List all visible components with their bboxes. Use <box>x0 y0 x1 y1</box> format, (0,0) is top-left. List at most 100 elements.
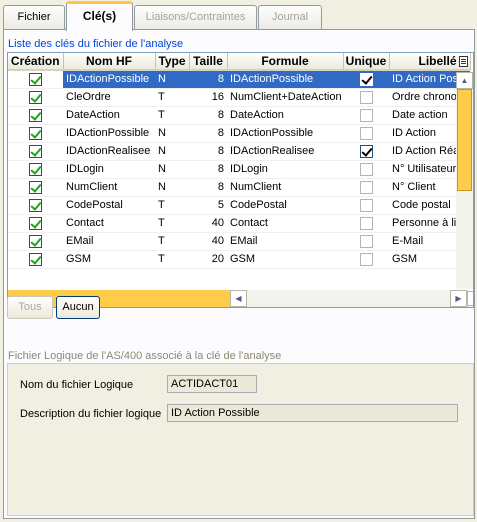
cell-taille: 8 <box>189 142 227 161</box>
unique-checkbox-cell <box>343 124 389 143</box>
col-header-formule[interactable]: Formule <box>227 53 344 71</box>
logical-file-name-field[interactable]: ACTIDACT01 <box>167 375 257 393</box>
horizontal-scroll-thumb[interactable] <box>467 291 473 306</box>
logical-file-description-field[interactable]: ID Action Possible <box>167 404 458 422</box>
col-header-unique[interactable]: Unique <box>343 53 390 71</box>
cell-type: N <box>155 142 189 161</box>
tab-liaisons-contraintes[interactable]: Liaisons/Contraintes <box>134 5 257 29</box>
cell-nom-hf: IDActionPossible <box>63 70 155 89</box>
creation-checkbox-cell <box>8 232 63 251</box>
creation-checkbox[interactable] <box>29 126 42 140</box>
cell-taille: 16 <box>189 88 227 107</box>
creation-checkbox-cell <box>8 196 63 215</box>
cell-type: T <box>155 250 189 269</box>
logical-file-group: Nom du fichier Logique ACTIDACT01 Descri… <box>7 363 474 516</box>
unique-checkbox[interactable] <box>359 252 373 266</box>
table-row[interactable]: CodePostal T 5 CodePostal Code postal <box>8 196 470 215</box>
tab-bar: Fichier Clé(s) Liaisons/Contraintes Jour… <box>0 0 477 31</box>
scroll-right-icon[interactable]: ▶ <box>450 290 467 307</box>
table-row[interactable]: DateAction T 8 DateAction Date action <box>8 106 470 125</box>
unique-checkbox-cell <box>343 160 389 179</box>
table-row[interactable]: Contact T 40 Contact Personne à livrer <box>8 214 470 233</box>
unique-checkbox[interactable] <box>359 72 373 86</box>
cell-nom-hf: GSM <box>63 250 155 269</box>
creation-checkbox[interactable] <box>29 144 42 158</box>
unique-checkbox[interactable] <box>359 162 373 176</box>
cell-taille: 5 <box>189 196 227 215</box>
creation-checkbox[interactable] <box>29 72 42 86</box>
keys-table[interactable]: Création Nom HF Type Taille Formule Uniq… <box>7 52 474 308</box>
table-row[interactable]: IDActionRealisee N 8 IDActionRealisee ID Act… <box>8 142 470 161</box>
creation-checkbox[interactable] <box>29 252 42 266</box>
cell-taille: 8 <box>189 124 227 143</box>
cell-taille: 8 <box>189 70 227 89</box>
cell-formule: IDActionPossible <box>227 124 343 143</box>
creation-checkbox-cell <box>8 124 63 143</box>
cell-taille: 8 <box>189 106 227 125</box>
creation-checkbox[interactable] <box>29 162 42 176</box>
cell-nom-hf: CleOrdre <box>63 88 155 107</box>
unique-checkbox[interactable] <box>359 90 373 104</box>
unique-checkbox-cell <box>343 70 389 89</box>
table-row[interactable]: GSM T 20 GSM GSM <box>8 250 470 269</box>
unique-checkbox[interactable] <box>359 108 373 122</box>
logical-file-description-label: Description du fichier logique <box>20 408 162 420</box>
tab-cles[interactable]: Clé(s) <box>66 1 133 31</box>
cell-formule: Contact <box>227 214 343 233</box>
cell-type: T <box>155 106 189 125</box>
creation-checkbox-cell <box>8 106 63 125</box>
table-row[interactable]: EMail T 40 EMail E-Mail <box>8 232 470 251</box>
unique-checkbox[interactable] <box>359 234 373 248</box>
unique-checkbox[interactable] <box>359 180 373 194</box>
cell-type: T <box>155 232 189 251</box>
table-row[interactable]: IDActionPossible N 8 IDActionPossible ID Act… <box>8 70 470 89</box>
cell-taille: 8 <box>189 178 227 197</box>
cell-type: T <box>155 88 189 107</box>
cell-formule: DateAction <box>227 106 343 125</box>
unique-checkbox[interactable] <box>359 144 373 158</box>
table-row[interactable]: NumClient N 8 NumClient N° Client <box>8 178 470 197</box>
cell-taille: 40 <box>189 232 227 251</box>
creation-checkbox[interactable] <box>29 180 42 194</box>
creation-checkbox[interactable] <box>29 108 42 122</box>
col-header-type[interactable]: Type <box>155 53 190 71</box>
unique-checkbox-cell <box>343 88 389 107</box>
creation-checkbox[interactable] <box>29 216 42 230</box>
col-header-creation[interactable]: Création <box>8 53 64 71</box>
scroll-up-icon[interactable]: ▲ <box>456 72 473 89</box>
cell-nom-hf: EMail <box>63 232 155 251</box>
unique-checkbox-cell <box>343 214 389 233</box>
table-row[interactable]: CleOrdre T 16 NumClient+DateAction Ordre chr… <box>8 88 470 107</box>
unique-checkbox[interactable] <box>359 198 373 212</box>
tab-journal[interactable]: Journal <box>258 5 322 29</box>
table-row[interactable]: IDActionPossible N 8 IDActionPossible ID Act… <box>8 124 470 143</box>
cell-formule: EMail <box>227 232 343 251</box>
unique-checkbox-cell <box>343 250 389 269</box>
cell-formule: CodePostal <box>227 196 343 215</box>
table-header: Création Nom HF Type Taille Formule Uniq… <box>8 53 471 71</box>
creation-checkbox[interactable] <box>29 198 42 212</box>
col-header-libelle[interactable]: Libellé <box>389 53 471 71</box>
col-header-taille[interactable]: Taille <box>189 53 228 71</box>
col-header-libelle-label: Libellé <box>418 54 457 68</box>
select-none-button[interactable]: Aucun <box>56 296 100 319</box>
vertical-scrollbar[interactable]: ▲ <box>456 72 473 289</box>
scroll-left-icon[interactable]: ◀ <box>230 290 247 307</box>
select-all-button[interactable]: Tous <box>7 296 53 319</box>
col-header-nom-hf[interactable]: Nom HF <box>63 53 156 71</box>
horizontal-scroll-track[interactable]: ◀ ▶ <box>230 290 473 307</box>
creation-checkbox[interactable] <box>29 90 42 104</box>
unique-checkbox[interactable] <box>359 126 373 140</box>
creation-checkbox-cell <box>8 178 63 197</box>
unique-checkbox-cell <box>343 178 389 197</box>
cell-type: T <box>155 214 189 233</box>
creation-checkbox[interactable] <box>29 234 42 248</box>
cell-nom-hf: IDActionRealisee <box>63 142 155 161</box>
vertical-scroll-thumb[interactable] <box>457 89 472 191</box>
tab-fichier[interactable]: Fichier <box>3 5 65 29</box>
document-icon[interactable] <box>458 56 468 68</box>
cell-formule: IDActionRealisee <box>227 142 343 161</box>
creation-checkbox-cell <box>8 250 63 269</box>
unique-checkbox[interactable] <box>359 216 373 230</box>
table-row[interactable]: IDLogin N 8 IDLogin N° Utilisateur <box>8 160 470 179</box>
